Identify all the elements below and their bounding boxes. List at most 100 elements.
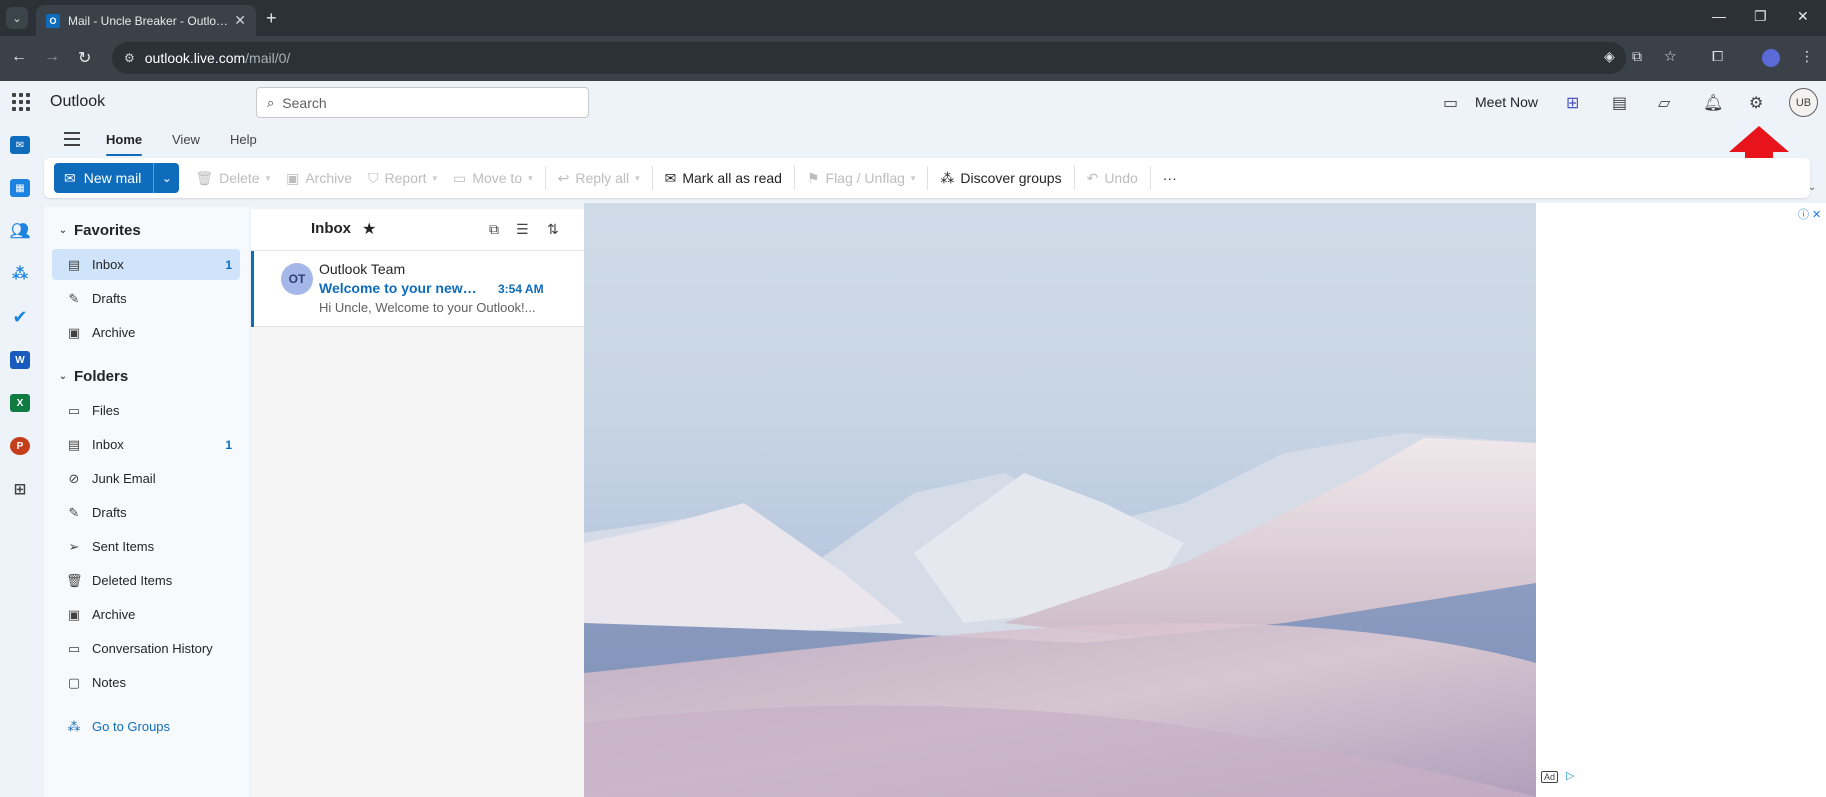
- tab-close-icon[interactable]: ✕: [234, 12, 246, 29]
- eye-icon[interactable]: ◈: [1604, 48, 1615, 65]
- forward-icon[interactable]: →: [44, 48, 60, 66]
- discover-groups-label: Discover groups: [960, 170, 1062, 186]
- pencil-icon: ✎: [68, 290, 80, 306]
- new-mail-dropdown-icon[interactable]: ⌄: [153, 163, 180, 193]
- select-mode-icon[interactable]: ⧉: [489, 221, 499, 238]
- adchoices-icon[interactable]: ▷: [1566, 769, 1574, 782]
- tab-home[interactable]: Home: [106, 132, 143, 156]
- message-list: Inbox ★ ⧉ ☰ ⇅ OT Outlook Team Welcome to…: [251, 209, 584, 797]
- mountain-landscape-image: [584, 433, 1536, 797]
- folder-deleted-items[interactable]: 🗑︎ Deleted Items: [52, 565, 240, 596]
- mark-all-read-button[interactable]: ✉ Mark all as read: [657, 163, 790, 193]
- navigation-menu-icon[interactable]: [64, 132, 80, 150]
- ad-badge: Ad: [1541, 771, 1559, 783]
- tab-search-button[interactable]: ⌄: [6, 7, 28, 29]
- back-icon[interactable]: ←: [11, 48, 27, 66]
- new-tab-icon[interactable]: +: [266, 8, 277, 29]
- todo-app-icon[interactable]: ✔: [10, 307, 30, 327]
- reload-icon[interactable]: ↻: [78, 48, 91, 68]
- new-mail-button[interactable]: ✉ New mail: [54, 163, 154, 193]
- chevron-down-icon: ▾: [528, 172, 533, 183]
- people-app-icon[interactable]: 👥︎: [10, 222, 30, 240]
- shield-icon: ⛉: [368, 169, 379, 186]
- powerpoint-app-icon[interactable]: P: [10, 437, 30, 455]
- my-day-icon[interactable]: ▱: [1658, 93, 1670, 113]
- excel-app-icon[interactable]: X: [10, 394, 30, 412]
- tab-view[interactable]: View: [172, 132, 200, 147]
- folder-drafts[interactable]: ✎ Drafts: [52, 497, 240, 528]
- folder-junk-email[interactable]: ⊘ Junk Email: [52, 463, 240, 494]
- flag-button[interactable]: ⚑ Flag / Unflag ▾: [799, 163, 923, 193]
- more-options-button[interactable]: ···: [1155, 163, 1185, 193]
- favorite-archive[interactable]: ▣ Archive: [52, 317, 240, 348]
- discover-groups-button[interactable]: ⁂ Discover groups: [932, 163, 1069, 193]
- folder-archive[interactable]: ▣ Archive: [52, 599, 240, 630]
- minimize-icon[interactable]: —: [1712, 8, 1726, 24]
- app-launcher-icon[interactable]: [12, 93, 30, 111]
- tab-help[interactable]: Help: [230, 132, 257, 147]
- outlook-header: Outlook ⌕ Search ▭ Meet Now ⊞ ▤ ▱ 🔔︎ ⚙ U…: [0, 81, 1826, 124]
- search-input[interactable]: ⌕ Search: [256, 87, 589, 118]
- delete-button[interactable]: 🗑︎ Delete ▾: [187, 163, 278, 193]
- move-to-button[interactable]: ▭ Move to ▾: [445, 163, 541, 193]
- browser-profile-avatar[interactable]: [1762, 49, 1780, 67]
- new-mail-label: New mail: [83, 170, 142, 186]
- browser-tab[interactable]: O Mail - Uncle Breaker - Outlook ✕: [36, 5, 256, 36]
- inbox-icon: ▤: [67, 256, 81, 272]
- undo-button[interactable]: ↶ Undo: [1079, 163, 1146, 193]
- folder-inbox[interactable]: ▤ Inbox 1: [52, 429, 240, 460]
- folder-notes[interactable]: ▢ Notes: [52, 667, 240, 698]
- message-row[interactable]: OT Outlook Team Welcome to your new Outl…: [251, 251, 584, 327]
- bookmark-star-icon[interactable]: ☆: [1664, 48, 1677, 65]
- groups-icon: ⁂: [940, 169, 955, 186]
- window-close-icon[interactable]: ✕: [1797, 8, 1809, 25]
- extensions-icon[interactable]: ⧠: [1712, 48, 1723, 65]
- new-mail-split-button: ✉ New mail ⌄: [54, 163, 180, 193]
- ad-info-close-icon[interactable]: ⓘ ✕: [1798, 206, 1821, 222]
- notifications-bell-icon[interactable]: 🔔︎: [1703, 93, 1723, 113]
- settings-gear-icon[interactable]: ⚙: [1749, 93, 1763, 113]
- onenote-icon[interactable]: ▤: [1612, 93, 1627, 113]
- folder-conversation-history[interactable]: ▭ Conversation History: [52, 633, 240, 664]
- filter-icon[interactable]: ☰: [516, 221, 529, 238]
- sort-icon[interactable]: ⇅: [547, 221, 559, 238]
- video-camera-icon[interactable]: ▭: [1443, 93, 1458, 113]
- url-field[interactable]: ⚙ outlook.live.com/mail/0/: [112, 42, 1626, 74]
- folders-header[interactable]: ⌄ Folders: [44, 363, 128, 389]
- folder-label: Conversation History: [92, 641, 213, 656]
- undo-label: Undo: [1104, 170, 1138, 186]
- favorite-drafts[interactable]: ✎ Drafts: [52, 283, 240, 314]
- more-apps-icon[interactable]: ⊞: [10, 480, 30, 498]
- chevron-down-icon: ▾: [432, 172, 438, 183]
- folder-sent-items[interactable]: ➢ Sent Items: [52, 531, 240, 562]
- account-avatar[interactable]: UB: [1789, 88, 1818, 117]
- groups-app-icon[interactable]: ⁂: [10, 265, 30, 283]
- browser-menu-icon[interactable]: ⋮: [1800, 48, 1814, 65]
- reply-all-icon: ↩: [557, 169, 570, 186]
- install-app-icon[interactable]: ⧉: [1632, 48, 1642, 65]
- favorite-inbox[interactable]: ▤ Inbox 1: [52, 249, 240, 280]
- toolbar-divider: [1149, 166, 1151, 190]
- ribbon-expand-chevron-icon[interactable]: ⌄: [1808, 182, 1816, 193]
- undo-icon: ↶: [1086, 169, 1099, 186]
- folders-label: Folders: [74, 367, 129, 385]
- favorites-header[interactable]: ⌄ Favorites: [44, 217, 141, 243]
- meet-now-button[interactable]: Meet Now: [1475, 94, 1538, 110]
- search-icon: ⌕: [267, 94, 275, 110]
- groups-icon: ⁂: [67, 718, 81, 734]
- go-to-groups-link[interactable]: ⁂ Go to Groups: [52, 711, 240, 742]
- pencil-icon: ✎: [68, 504, 80, 520]
- teams-icon[interactable]: ⊞: [1566, 93, 1579, 113]
- toolbar-divider: [544, 166, 546, 190]
- archive-button[interactable]: ▣ Archive: [278, 163, 360, 193]
- folder-files[interactable]: ▭ Files: [52, 395, 240, 426]
- calendar-app-icon[interactable]: ▦: [10, 179, 30, 197]
- word-app-icon[interactable]: W: [10, 351, 30, 369]
- favorite-star-icon[interactable]: ★: [362, 219, 376, 239]
- restore-icon[interactable]: ❐: [1754, 8, 1767, 25]
- site-info-icon[interactable]: ⚙: [124, 51, 135, 65]
- reply-all-button[interactable]: ↩ Reply all ▾: [550, 163, 648, 193]
- report-button[interactable]: ⛉ Report ▾: [360, 163, 445, 193]
- mail-app-icon[interactable]: ✉: [10, 136, 30, 154]
- note-icon: ▢: [67, 674, 81, 690]
